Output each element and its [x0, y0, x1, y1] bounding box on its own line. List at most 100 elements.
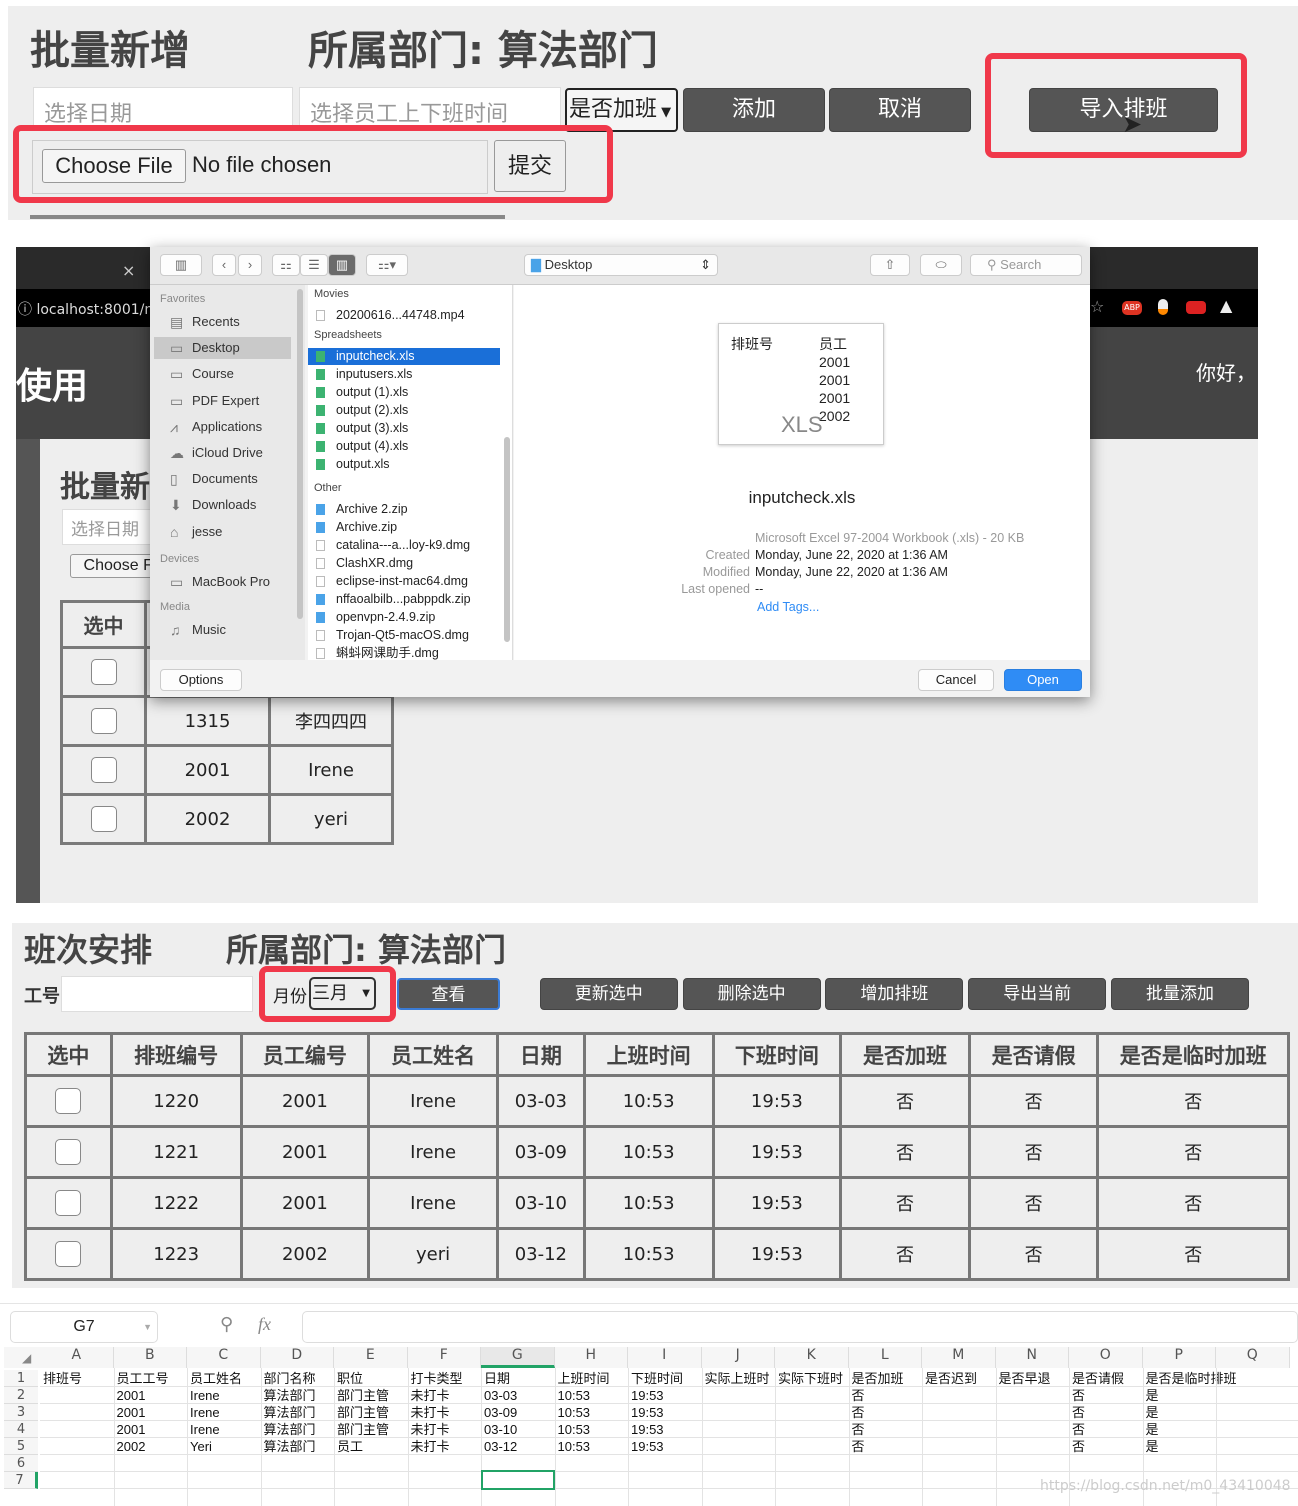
- sheet-cell[interactable]: 否: [849, 1387, 865, 1404]
- file-item[interactable]: output (1).xls: [308, 384, 500, 401]
- star-icon[interactable]: ☆: [1090, 297, 1104, 316]
- column-letter[interactable]: B: [113, 1347, 187, 1368]
- youtube-icon[interactable]: [1186, 301, 1206, 314]
- submit-button[interactable]: 提交: [494, 140, 566, 192]
- sheet-cell[interactable]: 未打卡: [408, 1404, 450, 1421]
- row-checkbox[interactable]: [90, 659, 117, 685]
- sheet-cell[interactable]: 算法部门: [261, 1421, 316, 1438]
- row-number[interactable]: 3: [4, 1404, 38, 1421]
- sheet-cell[interactable]: 算法部门: [261, 1404, 316, 1421]
- cancel-button[interactable]: 取消: [829, 88, 971, 132]
- function-icon[interactable]: fx: [258, 1314, 271, 1335]
- file-item[interactable]: output (2).xls: [308, 402, 500, 419]
- sheet-cell[interactable]: 2001: [114, 1421, 146, 1438]
- file-item[interactable]: Trojan-Qt5-macOS.dmg: [308, 627, 500, 644]
- sheet-cell[interactable]: 算法部门: [261, 1438, 316, 1455]
- sheet-cell[interactable]: 否: [849, 1404, 865, 1421]
- column-letter[interactable]: I: [628, 1347, 702, 1368]
- extension-icon[interactable]: [1158, 299, 1168, 315]
- row-number[interactable]: 2: [4, 1387, 38, 1404]
- sheet-cell[interactable]: Irene: [187, 1421, 220, 1438]
- action-button[interactable]: 增加排班: [825, 978, 964, 1010]
- scrollbar[interactable]: [30, 215, 505, 219]
- sheet-cell[interactable]: 否: [1069, 1404, 1085, 1421]
- row-checkbox[interactable]: [55, 1139, 82, 1165]
- sheet-cell[interactable]: 部门主管: [334, 1404, 389, 1421]
- sheet-cell[interactable]: 否: [1069, 1387, 1085, 1404]
- sheet-cell[interactable]: 部门主管: [334, 1421, 389, 1438]
- name-box[interactable]: G7 ▼: [10, 1311, 158, 1343]
- search-input[interactable]: ⚲ Search: [970, 254, 1082, 276]
- close-tab-icon[interactable]: ×: [122, 261, 135, 280]
- sheet-cell[interactable]: 19:53: [628, 1387, 664, 1404]
- row-number[interactable]: 6: [4, 1455, 38, 1472]
- file-item[interactable]: 蝌蚪网课助手.dmg: [308, 645, 500, 660]
- column-letter[interactable]: C: [187, 1347, 261, 1368]
- file-item[interactable]: inputcheck.xls: [308, 348, 500, 365]
- row-checkbox[interactable]: [90, 757, 117, 783]
- sheet-cell[interactable]: 未打卡: [408, 1438, 450, 1455]
- sheet-cell[interactable]: 10:53: [555, 1438, 591, 1455]
- add-tags-link[interactable]: Add Tags...: [757, 600, 819, 614]
- sheet-cell[interactable]: 是: [1143, 1438, 1159, 1455]
- action-button[interactable]: 批量添加: [1111, 978, 1249, 1010]
- column-letter[interactable]: O: [1069, 1347, 1143, 1368]
- sheet-cell[interactable]: 03-12: [481, 1438, 517, 1455]
- month-select[interactable]: 三月 ▼: [309, 977, 376, 1010]
- file-item[interactable]: ClashXR.dmg: [308, 555, 500, 572]
- sidebar-item[interactable]: ▭ MacBook Pro: [154, 571, 291, 593]
- options-button[interactable]: Options: [160, 669, 242, 691]
- row-checkbox[interactable]: [55, 1088, 82, 1114]
- cancel-button[interactable]: Cancel: [918, 669, 994, 691]
- sheet-cell[interactable]: 部门主管: [334, 1387, 389, 1404]
- sheet-cell[interactable]: 未打卡: [408, 1421, 450, 1438]
- file-item[interactable]: output (3).xls: [308, 420, 500, 437]
- column-letter[interactable]: E: [334, 1347, 408, 1368]
- sheet-cell[interactable]: 03-09: [481, 1404, 517, 1421]
- share-icon[interactable]: ⇧: [870, 254, 910, 276]
- choose-file-button[interactable]: Choose File: [42, 149, 186, 183]
- sheet-cell[interactable]: 03-10: [481, 1421, 517, 1438]
- row-number[interactable]: 4: [4, 1421, 38, 1438]
- file-item[interactable]: 20200616...44748.mp4: [308, 307, 500, 324]
- column-letter[interactable]: F: [407, 1347, 481, 1368]
- sheet-cell[interactable]: 03-03: [481, 1387, 517, 1404]
- row-checkbox[interactable]: [90, 708, 117, 734]
- sheet-cell[interactable]: 是否早退: [996, 1370, 1051, 1387]
- sheet-cell[interactable]: 员工姓名: [187, 1370, 242, 1387]
- icon-view-icon[interactable]: ⚏: [272, 254, 300, 276]
- column-letter[interactable]: D: [260, 1347, 334, 1368]
- sidebar-item[interactable]: ▭ Desktop: [154, 337, 291, 360]
- sheet-cell[interactable]: 10:53: [555, 1404, 591, 1421]
- column-letter[interactable]: G: [481, 1347, 555, 1368]
- column-letter[interactable]: L: [848, 1347, 922, 1368]
- file-item[interactable]: openvpn-2.4.9.zip: [308, 609, 500, 626]
- sheet-cell[interactable]: 否: [1069, 1421, 1085, 1438]
- sheet-cell[interactable]: 未打卡: [408, 1387, 450, 1404]
- sheet-cell[interactable]: 是: [1143, 1404, 1159, 1421]
- file-item[interactable]: catalina---a...loy-k9.dmg: [308, 537, 500, 554]
- add-button[interactable]: 添加: [683, 88, 825, 132]
- file-item[interactable]: output.xls: [308, 456, 500, 473]
- sidebar-scrollbar[interactable]: [297, 289, 303, 619]
- sidebar-item[interactable]: ⩘ Applications: [154, 416, 291, 438]
- row-number[interactable]: 5: [4, 1438, 38, 1455]
- open-button[interactable]: Open: [1004, 669, 1082, 691]
- action-button[interactable]: 查看: [397, 978, 500, 1010]
- sidebar-item[interactable]: ♫ Music: [154, 619, 291, 641]
- sheet-cell[interactable]: 下班时间: [628, 1370, 683, 1387]
- sheet-cell[interactable]: Irene: [187, 1404, 220, 1421]
- sheet-cell[interactable]: 10:53: [555, 1387, 591, 1404]
- row-checkbox[interactable]: [90, 806, 117, 832]
- sheet-cell[interactable]: 是否请假: [1069, 1370, 1124, 1387]
- row-checkbox[interactable]: [55, 1241, 82, 1267]
- column-letter[interactable]: M: [922, 1347, 996, 1368]
- zoom-icon[interactable]: ⚲: [220, 1314, 233, 1335]
- column-view-icon[interactable]: ▥: [328, 254, 356, 276]
- file-item[interactable]: Archive 2.zip: [308, 501, 500, 518]
- sheet-cell[interactable]: 是: [1143, 1387, 1159, 1404]
- sidebar-item[interactable]: ☁ iCloud Drive: [154, 442, 291, 464]
- column-letter[interactable]: K: [775, 1347, 849, 1368]
- sidebar-item[interactable]: ⬇ Downloads: [154, 494, 291, 516]
- column-letter[interactable]: H: [554, 1347, 628, 1368]
